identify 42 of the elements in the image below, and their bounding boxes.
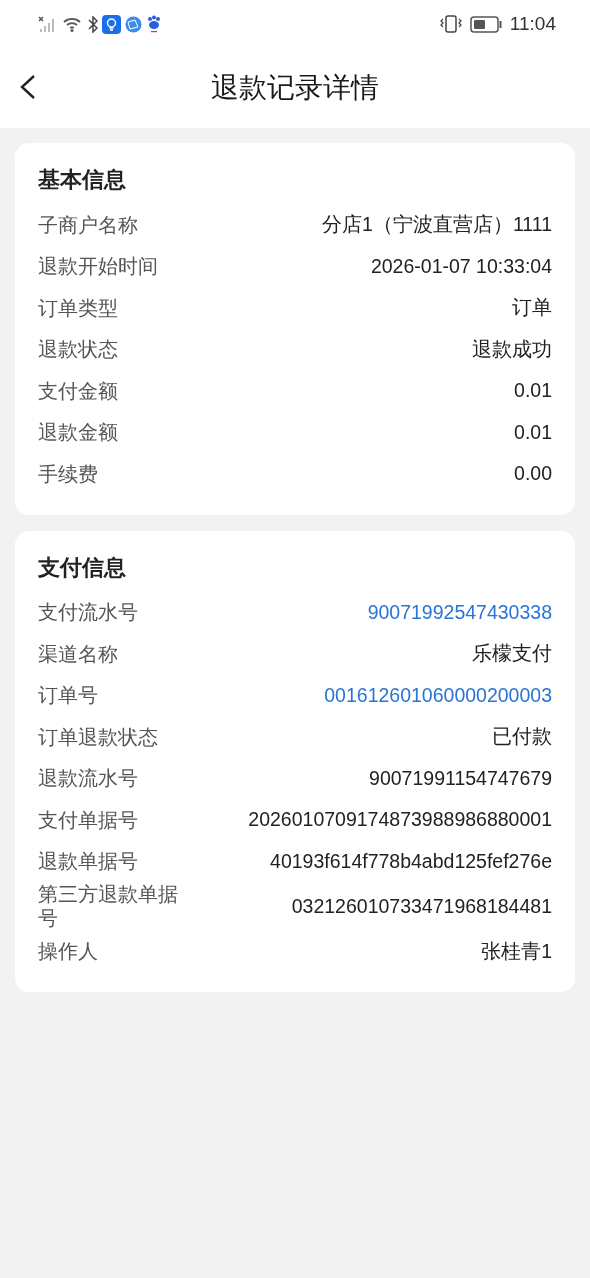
section-title: 支付信息 bbox=[38, 553, 127, 582]
battery-icon bbox=[469, 15, 502, 33]
field-value: 2026-01-07 10:33:04 bbox=[370, 253, 552, 279]
bluetooth-icon bbox=[88, 15, 98, 33]
field-value: 张桂青1 bbox=[481, 938, 552, 964]
field-label: 支付流水号 bbox=[38, 600, 138, 625]
field-label: 支付单据号 bbox=[38, 807, 138, 832]
field-label: 子商户名称 bbox=[38, 212, 138, 237]
field-value: 0.01 bbox=[514, 419, 552, 445]
field-value: 0.00 bbox=[514, 461, 552, 487]
vibrate-icon bbox=[439, 15, 462, 33]
field-label: 订单退款状态 bbox=[38, 724, 158, 749]
section-title: 基本信息 bbox=[38, 166, 127, 194]
field-value: 分店1（宁波直营店）1111 bbox=[322, 212, 552, 238]
status-time: 11:04 bbox=[509, 11, 556, 36]
value-link[interactable]: 001612601060000200003 bbox=[324, 680, 552, 710]
lightbulb-icon bbox=[102, 14, 121, 34]
field-value: 0.01 bbox=[514, 378, 552, 404]
field-value: 40193f614f778b4abd125fef276e bbox=[270, 848, 552, 874]
field-label: 操作人 bbox=[38, 939, 98, 964]
field-value: 032126010733471968184481 bbox=[291, 893, 552, 919]
field-label: 退款开始时间 bbox=[38, 254, 158, 279]
globe-icon bbox=[125, 15, 142, 33]
field-label: 退款单据号 bbox=[38, 849, 138, 874]
paw-icon bbox=[146, 15, 162, 33]
field-label: 退款流水号 bbox=[38, 766, 138, 791]
field-label: 退款状态 bbox=[38, 337, 118, 362]
value-link[interactable]: 90071992547430338 bbox=[367, 597, 552, 627]
field-value: 乐檬支付 bbox=[472, 641, 552, 667]
field-value: 2026010709174873988986880001 bbox=[248, 807, 552, 833]
field-value: 90071991154747679 bbox=[369, 765, 552, 791]
field-value: 退款成功 bbox=[472, 336, 552, 362]
field-label: 渠道名称 bbox=[38, 641, 118, 666]
page-title: 退款记录详情 bbox=[211, 71, 379, 105]
field-label: 订单号 bbox=[38, 683, 98, 708]
field-value: 订单 bbox=[512, 295, 552, 321]
field-label: 手续费 bbox=[38, 461, 98, 486]
field-value: 已付款 bbox=[492, 724, 552, 750]
field-label: 退款金额 bbox=[38, 420, 118, 445]
field-label: 支付金额 bbox=[38, 378, 118, 403]
field-label: 订单类型 bbox=[38, 295, 118, 320]
field-label: 第三方退款单据号 bbox=[38, 882, 179, 931]
